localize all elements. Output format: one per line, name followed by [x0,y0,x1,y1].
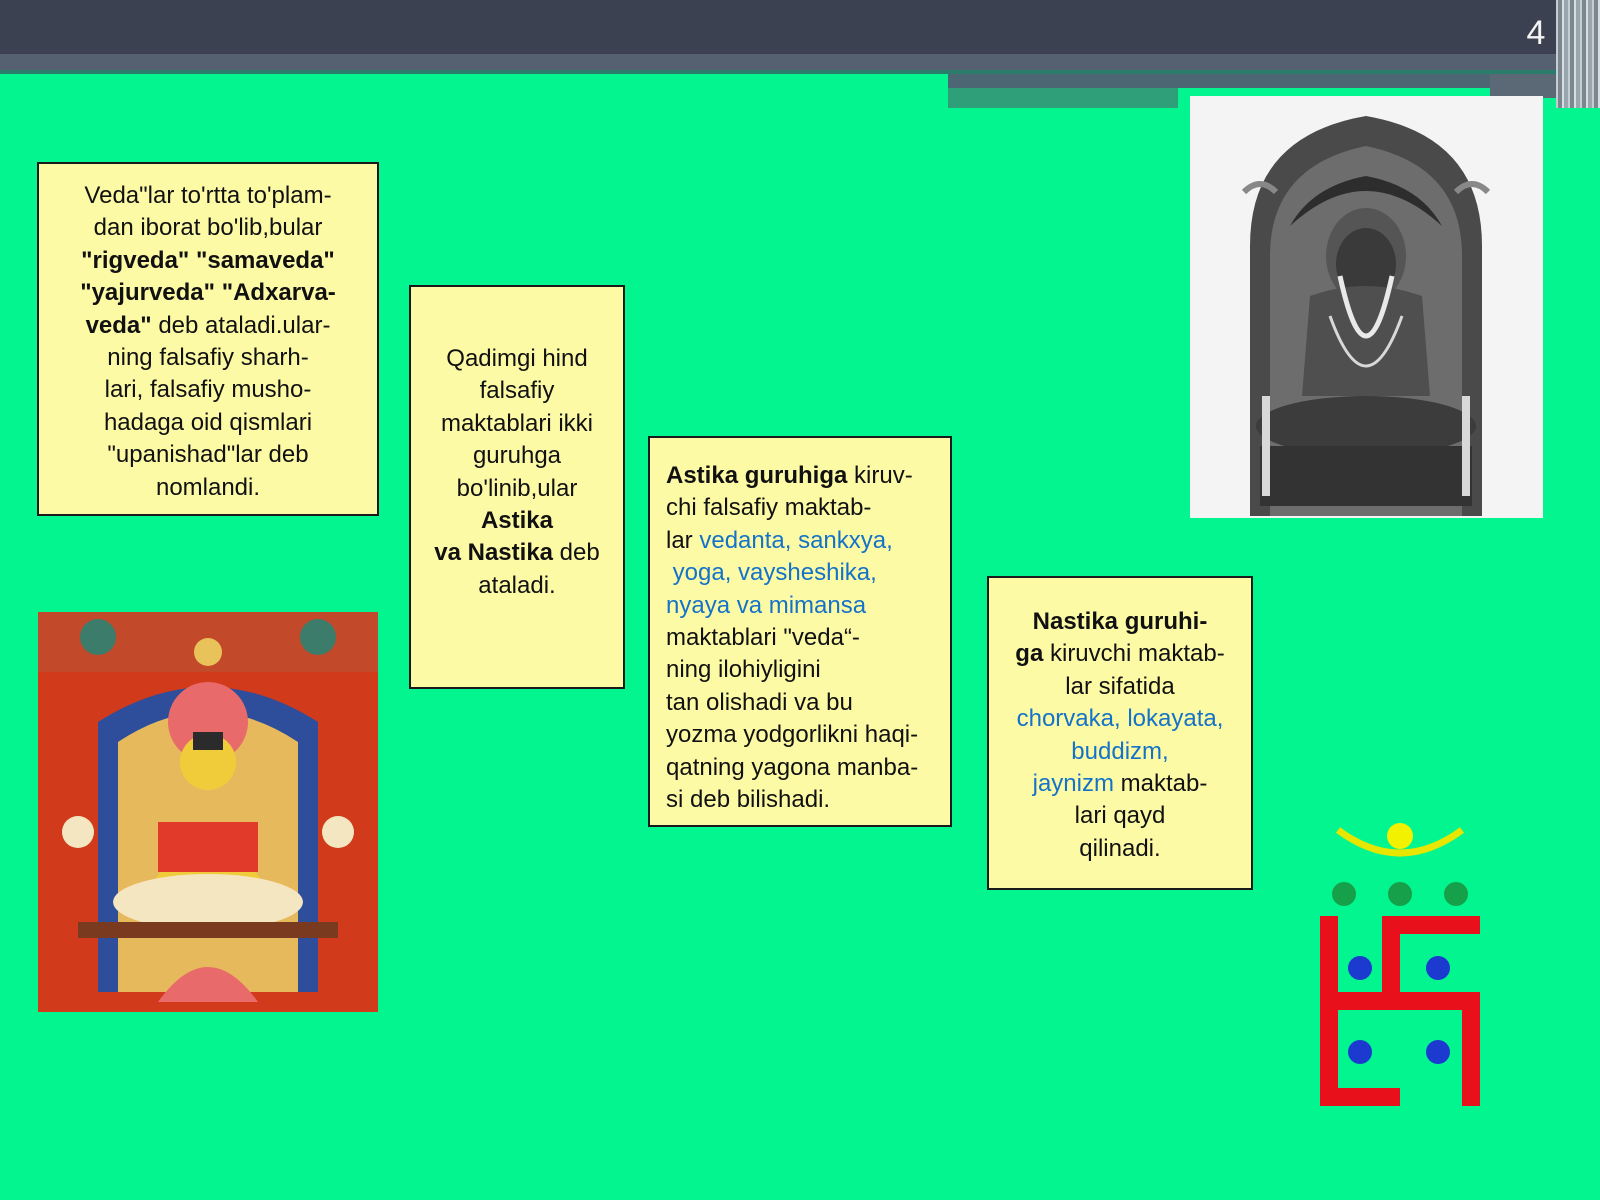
text-line: yoga, vaysheshika, [666,559,877,587]
text-line: lari, falsafiy musho- [104,376,312,404]
text-line: chorvaka, lokayata, [1016,705,1224,733]
text-line: tan olishadi va bu [666,688,853,716]
text-line: qilinadi. [1079,834,1161,862]
text-line: ga kiruvchi maktab- [989,638,1251,670]
header-bar [0,0,1600,54]
text-line: Qadimgi hind [446,345,588,372]
text-span: vedanta, sankxya, [699,526,893,554]
header-band-right [948,74,1560,88]
text-span: lar [666,526,700,554]
text-line: nyaya va mimansa [666,591,867,619]
text-line: yozma yodgorlikni haqi- [666,721,919,749]
header-band [0,54,1560,70]
text-span: ga [1015,640,1044,668]
text-line: si deb bilishadi. [666,786,831,814]
text-line: buddizm, [1071,737,1169,765]
text-line: lari qayd [1074,802,1166,830]
text-line: veda" deb ataladi.ular- [39,310,377,342]
text-span: deb ataladi.ular- [151,311,331,339]
nastika-text-box: Nastika guruhi- ga kiruvchi maktab- lar … [987,576,1253,890]
header-stripes [1556,0,1600,108]
header-band-corner [1490,74,1560,98]
header-band-accent [948,88,1178,108]
text-line: ataladi. [478,571,556,599]
text-span: Astika guruhiga [666,462,848,489]
text-line: maktablari ikki [440,409,594,437]
jain-symbol-icon [1320,816,1520,1106]
astika-text-box: Astika guruhiga kiruv- chi falsafiy makt… [648,436,952,827]
text-span: kiruv- [847,462,913,489]
schools-text-box: Qadimgi hind falsafiy maktablari ikki gu… [409,285,625,689]
text-line: falsafiy [479,377,555,405]
text-line: Nastika guruhi- [1032,608,1208,635]
text-line: ning ilohiyligini [666,656,821,684]
vedas-text-box: Veda"lar to'rtta to'plam- dan iborat bo'… [37,162,379,516]
text-line: dan iborat bo'lib,bular [93,214,323,242]
text-line: "upanishad"lar deb [107,441,309,469]
text-line: guruhga [472,442,562,470]
page-number: 4 [1526,14,1546,52]
text-line: va Nastika deb [411,537,623,569]
text-line: "rigveda" "samaveda" [81,246,335,274]
text-line: bo'linib,ular [456,474,578,502]
text-span: jaynizm [1032,770,1114,798]
text-line: maktablari "veda“- [666,624,860,652]
text-line: Veda"lar to'rtta to'plam- [84,182,332,209]
text-span: kiruvchi maktab- [1043,640,1225,668]
text-line: chi falsafiy maktab- [666,494,872,522]
jain-painting [38,612,378,1012]
text-span: deb [553,539,600,567]
text-line: "yajurveda" "Adxarva- [80,279,336,307]
statue-photo [1190,96,1543,518]
text-line: nomlandi. [155,473,261,501]
text-line: jaynizm maktab- [989,768,1251,800]
text-line: lar sifatida [1065,672,1175,700]
text-line: Astika guruhiga kiruv- [666,460,950,492]
text-span: veda" [85,311,152,339]
text-line: Astika [480,507,554,535]
text-line: ning falsafiy sharh- [107,344,309,372]
text-line: lar vedanta, sankxya, [666,525,950,557]
text-line: qatning yagona manba- [666,753,919,781]
text-span: va Nastika [434,539,554,567]
text-line: hadaga oid qismlari [103,408,313,436]
text-span: maktab- [1113,770,1208,798]
